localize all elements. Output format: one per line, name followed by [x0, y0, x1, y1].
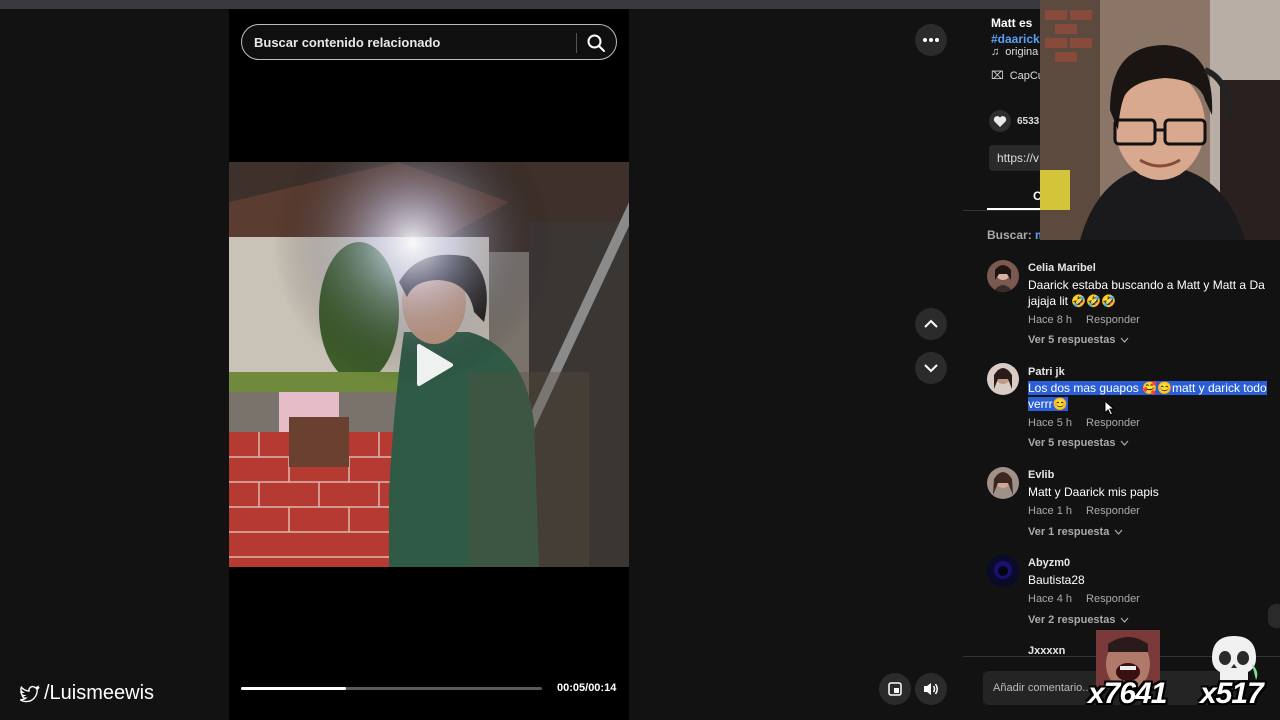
comment-text: Bautista28	[1028, 573, 1085, 587]
chevron-down-icon	[1121, 337, 1129, 343]
avatar[interactable]	[987, 467, 1019, 499]
comment-username[interactable]: Evlib	[1028, 469, 1054, 481]
side-scroll-tab[interactable]	[1268, 604, 1280, 628]
comment-item: Abyzm0 Bautista28 Hace 4 h Responder Ver…	[987, 555, 1280, 635]
comment-meta: Hace 4 h Responder	[1028, 593, 1140, 605]
picture-in-picture-button[interactable]	[879, 673, 911, 705]
play-icon[interactable]	[409, 342, 455, 388]
search-icon[interactable]	[584, 31, 608, 55]
like-button[interactable]	[989, 110, 1011, 132]
reply-button[interactable]: Responder	[1086, 593, 1140, 605]
twitter-handle: /Luismeewis	[44, 682, 155, 704]
avatar[interactable]	[987, 260, 1019, 292]
comment-time: Hace 4 h	[1028, 593, 1073, 605]
capcut-label: CapCu	[1009, 69, 1044, 82]
avatar[interactable]	[987, 363, 1019, 395]
capcut-icon: ⌧	[991, 70, 1004, 82]
more-options-button[interactable]	[915, 24, 947, 56]
volume-button[interactable]	[915, 673, 947, 705]
mouse-cursor-icon	[1104, 400, 1116, 416]
music-row[interactable]: ♫ origina	[991, 46, 1038, 58]
chevron-down-icon	[1121, 617, 1129, 623]
heart-icon	[993, 115, 1007, 127]
view-replies-button[interactable]: Ver 1 respuesta	[1028, 526, 1123, 538]
comment-username[interactable]: Abyzm0	[1028, 557, 1070, 569]
picture-in-picture-icon	[888, 682, 902, 696]
search-divider	[576, 33, 577, 53]
emote1-count: x7641	[1088, 677, 1167, 710]
streamer-webcam	[1040, 0, 1280, 240]
reply-button[interactable]: Responder	[1086, 417, 1140, 429]
next-video-button[interactable]	[915, 352, 947, 384]
reply-button[interactable]: Responder	[1086, 314, 1140, 326]
video-progress-bar[interactable]	[241, 687, 542, 690]
speaker-icon	[924, 683, 938, 695]
comment-item: Celia Maribel Daarick estaba buscando a …	[987, 260, 1280, 350]
emote2-count: x517	[1200, 677, 1264, 710]
chevron-down-icon	[1121, 440, 1129, 446]
add-comment-placeholder: Añadir comentario...	[993, 682, 1092, 694]
comment-username[interactable]: Celia Maribel	[1028, 262, 1096, 274]
music-note-icon: ♫	[991, 46, 1000, 58]
view-replies-label: Ver 5 respuestas	[1028, 334, 1116, 346]
more-dots-icon	[923, 38, 939, 42]
related-search-bar[interactable]: Buscar contenido relacionado	[241, 24, 617, 60]
chevron-down-icon	[1114, 529, 1123, 535]
post-hashtag[interactable]: #daarick	[991, 32, 1040, 46]
video-player[interactable]: Buscar contenido relacionado 00:05/00:14	[229, 9, 629, 720]
video-time-display: 00:05/00:14	[557, 682, 617, 694]
comment-item: Patri jk Los dos mas guapos 🥰😊matt y dar…	[987, 363, 1280, 453]
post-description: Matt es	[991, 16, 1033, 30]
chevron-up-icon	[924, 319, 938, 328]
likes-count: 6533	[1017, 115, 1040, 127]
video-progress-fill	[241, 687, 347, 690]
comment-meta: Hace 1 h Responder	[1028, 505, 1140, 517]
music-title: origina	[1005, 46, 1039, 58]
comment-meta: Hace 5 h Responder	[1028, 417, 1140, 429]
likes-row[interactable]: 6533	[989, 110, 1039, 132]
comment-item: Evlib Matt y Daarick mis papis Hace 1 h …	[987, 467, 1280, 547]
twitter-bird-icon	[19, 684, 40, 702]
view-replies-label: Ver 5 respuestas	[1028, 437, 1116, 449]
comment-meta: Hace 8 h Responder	[1028, 314, 1140, 326]
comment-time: Hace 5 h	[1028, 417, 1073, 429]
chevron-down-icon	[924, 364, 938, 373]
view-replies-label: Ver 2 respuestas	[1028, 614, 1116, 626]
comment-text: Daarick estaba buscando a Matt y Matt a …	[1028, 278, 1265, 308]
view-replies-button[interactable]: Ver 5 respuestas	[1028, 334, 1129, 346]
highlighted-selection: Los dos mas guapos 🥰😊matt y darick todo …	[1028, 381, 1267, 411]
avatar[interactable]	[987, 555, 1019, 587]
comment-time: Hace 1 h	[1028, 505, 1073, 517]
comment-text: Matt y Daarick mis papis	[1028, 485, 1159, 499]
view-replies-label: Ver 1 respuesta	[1028, 526, 1110, 538]
comment-time: Hace 8 h	[1028, 314, 1073, 326]
search-suggestion-label: Buscar:	[987, 228, 1032, 242]
view-replies-button[interactable]: Ver 2 respuestas	[1028, 614, 1129, 626]
left-pane	[0, 9, 229, 720]
video-frame[interactable]	[229, 162, 629, 567]
middle-pane	[629, 9, 963, 720]
webcam-image	[1040, 0, 1280, 240]
comment-text: Los dos mas guapos 🥰😊matt y darick todo …	[1028, 380, 1280, 412]
reply-button[interactable]: Responder	[1086, 505, 1140, 517]
twitter-handle-overlay: /Luismeewis	[18, 682, 154, 705]
comment-username[interactable]: Patri jk	[1028, 366, 1065, 378]
view-replies-button[interactable]: Ver 5 respuestas	[1028, 437, 1129, 449]
capcut-row[interactable]: ⌧ CapCu	[991, 69, 1044, 83]
previous-video-button[interactable]	[915, 308, 947, 340]
related-search-input[interactable]: Buscar contenido relacionado	[254, 35, 440, 50]
